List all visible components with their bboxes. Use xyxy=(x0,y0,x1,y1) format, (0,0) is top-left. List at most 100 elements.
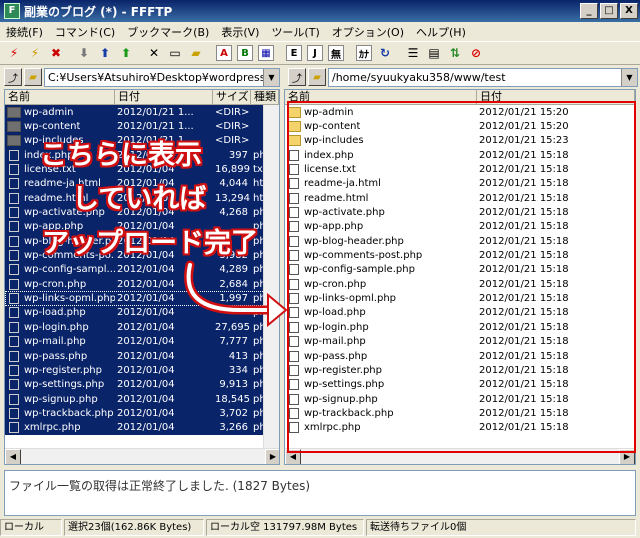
remote-path-input[interactable]: /home/syuukyaku358/www/test ▼ xyxy=(328,67,638,87)
local-file-size: 413 xyxy=(228,350,248,362)
upload-icon[interactable]: ⬆ xyxy=(95,43,115,63)
remote-file-name-text: wp-settings.php xyxy=(304,379,385,391)
list-view-icon[interactable]: ☰ xyxy=(403,43,423,63)
remote-scroll-left-icon[interactable]: ◀ xyxy=(285,449,301,464)
remote-file-row[interactable]: wp-signup.php 2012/01/21 15:18 xyxy=(285,392,635,406)
menu-tools[interactable]: ツール(T) xyxy=(271,24,319,40)
remote-file-row[interactable]: wp-register.php 2012/01/21 15:18 xyxy=(285,363,635,377)
stop-icon[interactable]: ⊘ xyxy=(466,43,486,63)
new-folder-icon[interactable]: ▰ xyxy=(186,43,206,63)
remote-file-row[interactable]: wp-blog-header.php 2012/01/21 15:18 xyxy=(285,234,635,248)
remote-file-row[interactable]: wp-pass.php 2012/01/21 15:18 xyxy=(285,349,635,363)
local-up-folder-icon[interactable]: ⤴ xyxy=(4,68,22,86)
local-file-row[interactable]: wp-trackback.php2012/01/043,702php xyxy=(5,406,279,421)
local-file-row[interactable]: wp-content 2012/01/21 1... <DIR> xyxy=(5,119,279,134)
local-file-row[interactable]: wp-admin 2012/01/21 1... <DIR> xyxy=(5,105,279,120)
remote-file-name: wp-includes xyxy=(285,135,477,147)
local-file-row[interactable]: wp-mail.php2012/01/047,777php xyxy=(5,334,279,349)
remote-col-name[interactable]: 名前 xyxy=(285,90,477,104)
quick-connect-icon[interactable]: ⚡ xyxy=(25,43,45,63)
kana-icon[interactable]: ｶﾅ xyxy=(354,43,374,63)
remote-file-row[interactable]: index.php 2012/01/21 15:18 xyxy=(285,148,635,162)
no-convert-icon[interactable]: 無 xyxy=(326,43,346,63)
local-scroll-right-icon[interactable]: ▶ xyxy=(265,449,279,464)
file-icon xyxy=(289,321,299,333)
local-file-row[interactable]: xmlrpc.php2012/01/043,266php xyxy=(5,420,279,435)
remote-file-row[interactable]: wp-activate.php 2012/01/21 15:18 xyxy=(285,205,635,219)
local-file-row[interactable]: wp-pass.php2012/01/04413php xyxy=(5,348,279,364)
rename-icon[interactable]: ▭ xyxy=(165,43,185,63)
remote-file-row[interactable]: readme-ja.html 2012/01/21 15:18 xyxy=(285,177,635,191)
maximize-button[interactable]: □ xyxy=(600,3,618,19)
folder-icon xyxy=(7,121,21,133)
delete-icon[interactable]: ✕ xyxy=(144,43,164,63)
remote-file-row[interactable]: wp-trackback.php 2012/01/21 15:18 xyxy=(285,406,635,420)
local-open-folder-icon[interactable]: ▰ xyxy=(24,68,42,86)
menu-connect[interactable]: 接続(F) xyxy=(6,24,43,40)
binary-mode-icon[interactable]: B xyxy=(235,43,255,63)
remote-file-row[interactable]: wp-load.php 2012/01/21 15:18 xyxy=(285,306,635,320)
remote-file-row[interactable]: wp-admin 2012/01/21 15:20 xyxy=(285,105,635,119)
download-icon[interactable]: ⬇ xyxy=(74,43,94,63)
ascii-mode-icon[interactable]: A xyxy=(214,43,234,63)
remote-file-row[interactable]: wp-mail.php 2012/01/21 15:18 xyxy=(285,335,635,349)
auto-mode-icon[interactable]: ▦ xyxy=(256,43,276,63)
file-icon xyxy=(9,364,19,376)
remote-file-row[interactable]: wp-content 2012/01/21 15:20 xyxy=(285,119,635,133)
menu-command[interactable]: コマンド(C) xyxy=(55,24,115,40)
remote-scroll-right-icon[interactable]: ▶ xyxy=(619,449,635,464)
remote-file-row[interactable]: license.txt 2012/01/21 15:18 xyxy=(285,162,635,176)
local-path-input[interactable]: C:¥Users¥Atsuhiro¥Desktop¥wordpress ▼ xyxy=(44,67,280,87)
remote-open-folder-icon[interactable]: ▰ xyxy=(308,68,326,86)
local-file-size: 3,266 xyxy=(219,422,248,434)
remote-file-row[interactable]: wp-cron.php 2012/01/21 15:18 xyxy=(285,277,635,291)
remote-up-folder-icon[interactable]: ⤴ xyxy=(288,68,306,86)
refresh-icon[interactable]: ↻ xyxy=(375,43,395,63)
remote-file-name-text: wp-links-opml.php xyxy=(304,293,397,305)
local-col-name[interactable]: 名前 xyxy=(5,90,115,104)
log-area[interactable]: ファイル一覧の取得は正常終了しました. (1827 Bytes) xyxy=(4,470,636,516)
local-file-row[interactable]: wp-settings.php2012/01/049,913php xyxy=(5,377,279,392)
mirror-upload-icon[interactable]: ⬆ xyxy=(116,43,136,63)
jis-icon[interactable]: J xyxy=(305,43,325,63)
detail-view-icon[interactable]: ▤ xyxy=(424,43,444,63)
local-file-row[interactable]: wp-signup.php2012/01/0418,545php xyxy=(5,391,279,407)
remote-list-header: 名前 日付 xyxy=(285,90,635,105)
remote-file-row[interactable]: wp-links-opml.php 2012/01/21 15:18 xyxy=(285,291,635,305)
close-button[interactable]: X xyxy=(620,3,638,19)
local-scroll-left-icon[interactable]: ◀ xyxy=(5,449,21,464)
local-file-name-text: wp-admin xyxy=(24,106,74,118)
remote-file-row[interactable]: wp-includes 2012/01/21 15:23 xyxy=(285,134,635,148)
file-icon xyxy=(289,350,299,362)
menu-help[interactable]: ヘルプ(H) xyxy=(416,24,466,40)
remote-file-row[interactable]: wp-comments-post.php 2012/01/21 15:18 xyxy=(285,248,635,262)
remote-col-date[interactable]: 日付 xyxy=(477,90,635,104)
menu-view[interactable]: 表示(V) xyxy=(221,24,259,40)
minimize-button[interactable]: _ xyxy=(580,3,598,19)
local-file-row[interactable]: wp-register.php2012/01/04334php xyxy=(5,363,279,378)
menu-options[interactable]: オプション(O) xyxy=(332,24,404,40)
local-col-type[interactable]: 種類 xyxy=(251,90,279,104)
remote-file-row[interactable]: wp-config-sample.php 2012/01/21 15:18 xyxy=(285,263,635,277)
remote-file-row[interactable]: wp-app.php 2012/01/21 15:18 xyxy=(285,220,635,234)
remote-file-list[interactable]: 名前 日付 wp-admin 2012/01/21 15:20 wp-content… xyxy=(284,89,636,465)
local-col-date[interactable]: 日付 xyxy=(115,90,213,104)
remote-file-row[interactable]: readme.html 2012/01/21 15:18 xyxy=(285,191,635,205)
remote-path-dropdown-icon[interactable]: ▼ xyxy=(621,68,637,86)
remote-file-name-text: xmlrpc.php xyxy=(304,422,361,434)
sync-browse-icon[interactable]: ⇅ xyxy=(445,43,465,63)
euc-icon[interactable]: E xyxy=(284,43,304,63)
menu-bookmark[interactable]: ブックマーク(B) xyxy=(127,24,209,40)
local-path-dropdown-icon[interactable]: ▼ xyxy=(263,68,279,86)
remote-file-row[interactable]: wp-settings.php 2012/01/21 15:18 xyxy=(285,378,635,392)
local-horizontal-scrollbar[interactable]: ◀ ▶ xyxy=(5,448,279,464)
remote-file-name-text: wp-app.php xyxy=(304,221,364,233)
connect-icon[interactable]: ⚡ xyxy=(4,43,24,63)
local-col-size[interactable]: サイズ xyxy=(213,90,251,104)
remote-horizontal-scrollbar[interactable]: ◀ ▶ xyxy=(285,448,635,464)
status-bar: ローカル 選択23個(162.86K Bytes) ローカル空 131797.9… xyxy=(0,519,640,538)
remote-file-row[interactable]: wp-login.php 2012/01/21 15:18 xyxy=(285,320,635,334)
remote-file-row[interactable]: xmlrpc.php 2012/01/21 15:18 xyxy=(285,421,635,435)
disconnect-icon[interactable]: ✖ xyxy=(46,43,66,63)
local-file-size: <DIR> xyxy=(215,121,250,133)
